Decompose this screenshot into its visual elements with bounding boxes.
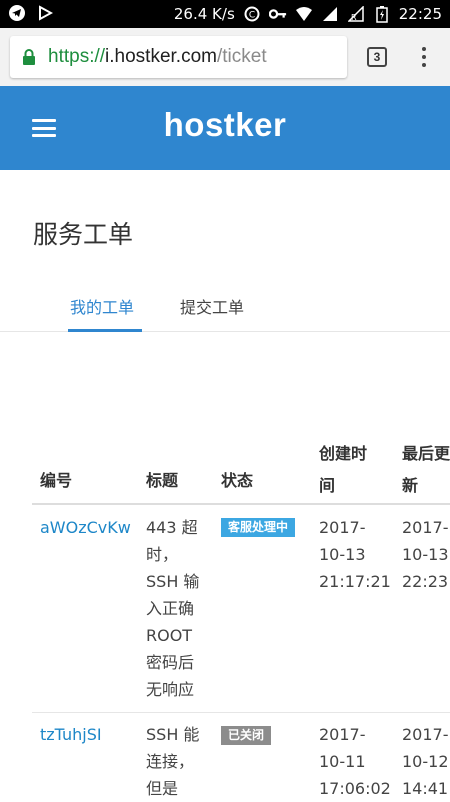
vpn-key-icon: [268, 5, 287, 23]
row-divider: [32, 712, 450, 713]
ticket-tabs: 我的工单 提交工单: [0, 280, 450, 332]
menu-dot: [422, 55, 426, 59]
updated-time-line: 10-12: [402, 752, 449, 771]
svg-text:C: C: [249, 11, 255, 21]
net-speed: 26.4 K/s: [173, 5, 235, 23]
created-time: 2017- 10-11 17:06:02: [319, 721, 391, 802]
ticket-title-line: 无响应: [146, 680, 195, 699]
created-time-line: 10-11: [319, 752, 366, 771]
column-header-title: 标题: [146, 471, 179, 490]
site-logo[interactable]: hostker: [0, 106, 450, 144]
created-time-line: 17:06:02: [319, 779, 391, 798]
column-header-created: 创建时 间: [319, 438, 367, 502]
browser-menu-button[interactable]: [416, 45, 432, 69]
created-time-line: 2017-: [319, 725, 366, 744]
active-tab-indicator: [68, 329, 142, 332]
column-header-updated-line: 新: [402, 476, 419, 495]
ticket-title-line: 入正确: [146, 599, 195, 618]
tab-my-tickets[interactable]: 我的工单: [70, 294, 134, 318]
ticket-title-line: SSH 能: [146, 725, 200, 744]
created-time: 2017- 10-13 21:17:21: [319, 514, 391, 595]
status-badge: 客服处理中: [221, 518, 296, 537]
ticket-title[interactable]: SSH 能 连接， 但是: [146, 721, 199, 802]
column-header-updated-line: 最后更: [402, 444, 450, 463]
telegram-icon: [8, 4, 26, 22]
column-header-status: 状态: [221, 471, 254, 490]
ticket-title[interactable]: 443 超 时， SSH 输 入正确 ROOT 密码后 无响应: [146, 514, 199, 703]
ticket-title-line: 连接，: [146, 752, 195, 771]
browser-toolbar: https://i.hostker.com/ticket 3: [0, 28, 450, 86]
created-time-line: 21:17:21: [319, 572, 391, 591]
column-header-updated: 最后更 新: [402, 438, 450, 502]
updated-time-line: 22:23:: [402, 572, 450, 591]
created-time-line: 2017-: [319, 518, 366, 537]
battery-charging-icon: [373, 5, 391, 23]
play-icon: [36, 4, 54, 22]
status-badge: 已关闭: [221, 726, 272, 745]
table-header-divider: [32, 503, 450, 505]
url-scheme: https://: [48, 46, 106, 67]
menu-dot: [422, 47, 426, 51]
address-bar[interactable]: https://i.hostker.com/ticket: [10, 36, 347, 78]
wifi-icon: [295, 5, 313, 23]
updated-time-line: 2017-: [402, 725, 449, 744]
column-header-created-line: 创建时: [319, 444, 368, 463]
ticket-title-line: 但是: [146, 779, 179, 798]
menu-dot: [422, 63, 426, 67]
url-path: /ticket: [216, 46, 267, 67]
clock: 22:25: [398, 5, 442, 23]
url-text[interactable]: https://i.hostker.com/ticket: [48, 46, 267, 68]
updated-time: 2017- 10-12 14:41:: [402, 721, 450, 802]
ticket-title-line: 443 超: [146, 518, 198, 537]
url-host: i.hostker.com: [105, 46, 217, 67]
svg-text:R: R: [351, 13, 357, 22]
signal-r-icon: R: [347, 5, 365, 23]
ticket-title-line: 时，: [146, 545, 179, 564]
updated-time: 2017- 10-13 22:23:: [402, 514, 450, 595]
updated-time-line: 14:41:: [402, 779, 450, 798]
site-header: hostker: [0, 86, 450, 170]
ticket-id-link[interactable]: tzTuhjSI: [40, 721, 102, 748]
column-header-created-line: 间: [319, 476, 336, 495]
ticket-title-line: SSH 输: [146, 572, 200, 591]
ticket-id-link[interactable]: aWOzCvKw: [40, 514, 131, 541]
updated-time-line: 2017-: [402, 518, 449, 537]
tab-switcher-button[interactable]: 3: [367, 47, 387, 67]
status-bar: 26.4 K/s C R 22:25: [0, 0, 450, 28]
signal-icon: [321, 5, 339, 23]
column-header-id: 编号: [40, 471, 73, 490]
data-saver-icon: C: [243, 5, 261, 23]
page-title: 服务工单: [33, 220, 134, 249]
updated-time-line: 10-13: [402, 545, 449, 564]
ticket-title-line: 密码后: [146, 653, 195, 672]
lock-icon: [22, 48, 38, 66]
tab-submit-ticket[interactable]: 提交工单: [180, 294, 244, 318]
ticket-title-line: ROOT: [146, 626, 193, 645]
created-time-line: 10-13: [319, 545, 366, 564]
